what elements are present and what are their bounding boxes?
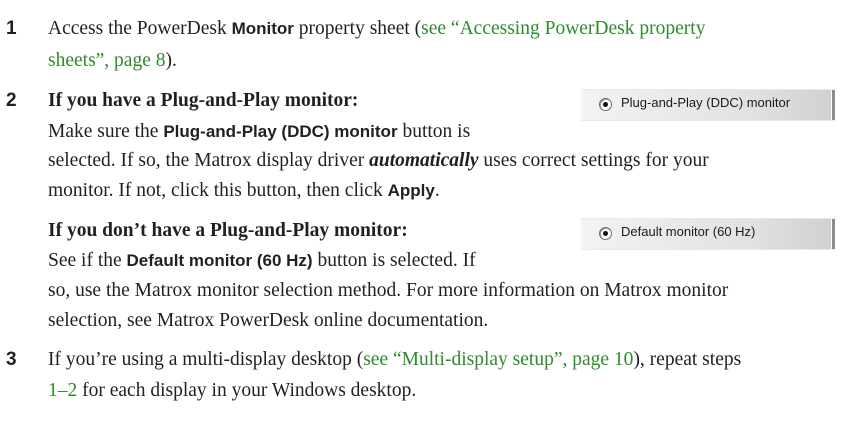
step-line: Make sure the Plug-and-Play (DDC) monito…	[48, 116, 470, 148]
step-text: uses correct settings for your	[478, 150, 709, 171]
step-text: ), repeat steps	[633, 349, 742, 370]
step-text: button is selected. If	[312, 250, 476, 271]
radio-label: Default monitor (60 Hz)	[621, 224, 756, 239]
step-line: If you’re using a multi-display desktop …	[48, 344, 741, 376]
radio-label: Plug-and-Play (DDC) monitor	[621, 95, 791, 110]
cross-reference-link[interactable]: see “Multi-display setup”, page 10	[363, 349, 633, 370]
step-text: property sheet (	[293, 18, 422, 39]
step-text: Make sure the	[48, 121, 164, 142]
step-line: monitor. If not, click this button, then…	[48, 175, 440, 207]
plug-and-play-radio-button[interactable]: Plug-and-Play (DDC) monitor	[581, 89, 835, 121]
step-text: Access the PowerDesk	[48, 18, 232, 39]
step-line: so, use the Matrox monitor selection met…	[48, 280, 729, 301]
step-number: 1	[6, 18, 17, 39]
ui-term: Monitor	[231, 19, 294, 38]
ui-term: Apply	[387, 181, 435, 200]
emphasis: automatically	[369, 150, 479, 171]
step-line: Access the PowerDesk Monitor property sh…	[48, 13, 705, 45]
step-line: 1–2 for each display in your Windows des…	[48, 375, 416, 407]
step-text: for each display in your Windows desktop…	[77, 380, 417, 401]
ui-term: Default monitor (60 Hz)	[126, 251, 313, 270]
subheading: If you have a Plug-and-Play monitor:	[48, 90, 359, 111]
step-text: If you’re using a multi-display desktop …	[48, 349, 364, 370]
step-text: .	[434, 180, 440, 201]
step-text: selected. If so, the Matrox display driv…	[48, 150, 370, 171]
subheading: If you don’t have a Plug-and-Play monito…	[48, 220, 408, 241]
step-text: See if the	[48, 250, 127, 271]
step-text: ).	[165, 50, 177, 71]
cross-reference-link[interactable]: 1–2	[48, 380, 77, 401]
radio-selected-icon	[599, 227, 612, 240]
step-line: sheets”, page 8).	[48, 45, 177, 77]
step-number: 3	[6, 349, 17, 370]
step-line: See if the Default monitor (60 Hz) butto…	[48, 245, 476, 277]
step-line: selected. If so, the Matrox display driv…	[48, 145, 709, 177]
step-number: 2	[6, 90, 17, 111]
step-text: button is	[397, 121, 471, 142]
cross-reference-link[interactable]: sheets”, page 8	[48, 50, 166, 71]
manual-page: 1 Access the PowerDesk Monitor property …	[0, 0, 844, 424]
default-monitor-radio-button[interactable]: Default monitor (60 Hz)	[581, 218, 835, 250]
radio-selected-icon	[599, 98, 612, 111]
step-line: selection, see Matrox PowerDesk online d…	[48, 310, 489, 331]
cross-reference-link[interactable]: see “Accessing PowerDesk property	[421, 18, 705, 39]
step-text: monitor. If not, click this button, then…	[48, 180, 388, 201]
ui-term: Plug-and-Play (DDC) monitor	[163, 122, 398, 141]
